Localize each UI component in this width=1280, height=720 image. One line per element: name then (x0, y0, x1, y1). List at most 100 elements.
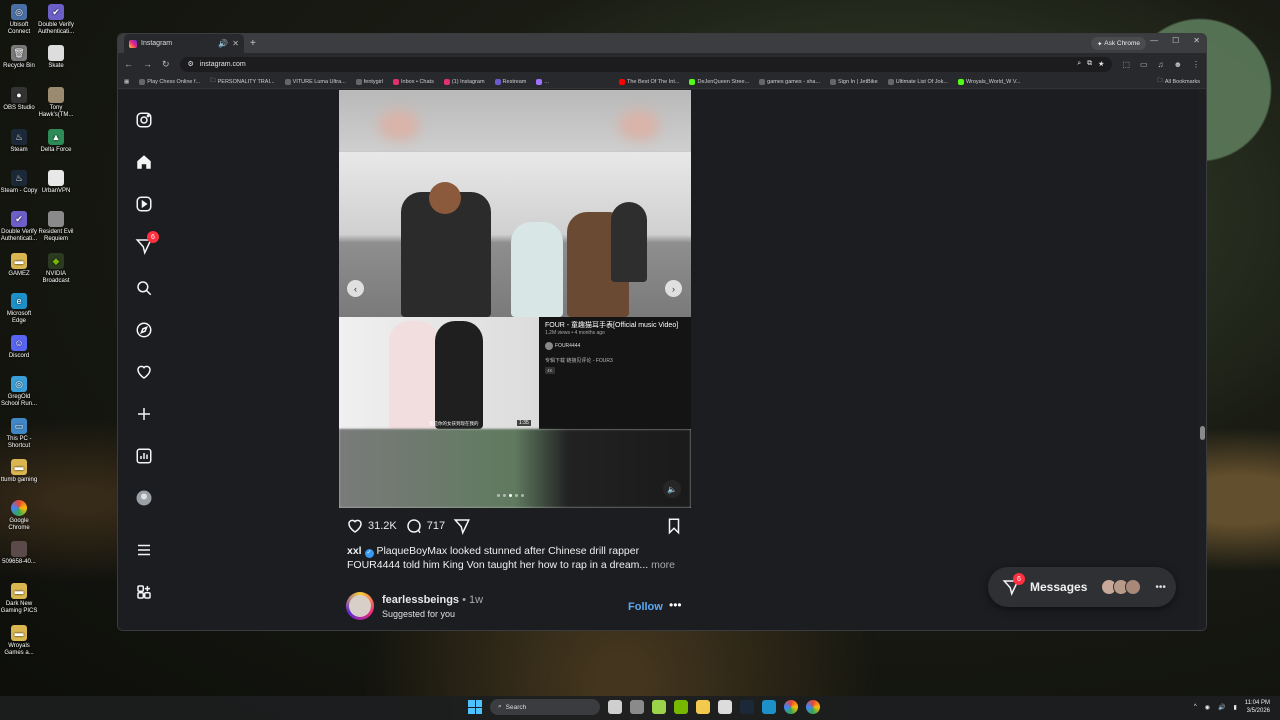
desktop-icon[interactable]: ✔ Double Verify Authenticati... (37, 4, 75, 36)
desktop-icon[interactable]: ◎ Ubisoft Connect (0, 4, 38, 36)
desktop-icon[interactable]: ▬ Dark New Gaming PICS (0, 583, 38, 615)
scrollbar-thumb[interactable] (1200, 426, 1205, 440)
close-window-button[interactable]: ✕ (1193, 36, 1200, 45)
taskbar-search[interactable]: ⌕ Search (490, 699, 600, 715)
reload-button[interactable]: ↻ (162, 59, 170, 70)
desktop-icon[interactable]: e Microsoft Edge (0, 293, 38, 325)
zoom-icon[interactable]: ⌕ (1077, 60, 1081, 68)
bookmark-item[interactable]: ... (536, 78, 549, 85)
desktop-icon[interactable]: Google Chrome (0, 500, 38, 532)
sidepanel-icon[interactable]: ▭ (1140, 60, 1148, 69)
new-tab-button[interactable]: + (250, 38, 256, 49)
edge-icon[interactable] (762, 700, 776, 714)
desktop-icon[interactable]: ▭ This PC - Shortcut (0, 418, 38, 450)
desktop-icon[interactable]: 509658-40... (0, 541, 38, 566)
carousel-prev-button[interactable]: ‹ (347, 280, 364, 297)
bookmark-item[interactable]: (1) Instagram (443, 78, 485, 85)
store-icon[interactable] (718, 700, 732, 714)
like-button[interactable]: 31.2K (346, 517, 397, 535)
post-options-icon[interactable]: ••• (669, 598, 682, 612)
desktop-icon[interactable]: ♨ Steam - Copy (0, 170, 38, 195)
reels-icon[interactable] (134, 194, 154, 214)
bookmark-item[interactable]: Inbox • Chats (393, 78, 434, 85)
address-bar[interactable]: ⚙ instagram.com ⌕ ⧉ ★ (179, 56, 1113, 72)
bookmark-item[interactable]: Sign In | JetBike (830, 78, 878, 85)
ask-chrome-button[interactable]: ✦ Ask Chrome (1090, 37, 1146, 50)
chrome-icon[interactable] (784, 700, 798, 714)
next-post-username[interactable]: fearlessbeings (382, 594, 459, 606)
forward-button[interactable]: → (143, 59, 152, 69)
install-icon[interactable]: ⧉ (1087, 60, 1092, 68)
bookmark-star-icon[interactable]: ★ (1098, 60, 1104, 68)
profile-avatar[interactable] (134, 488, 154, 508)
desktop-icon[interactable]: ▬ Wroyals Games a... (0, 625, 38, 657)
desktop-icon[interactable]: ♨ Steam (0, 129, 38, 154)
desktop-icon[interactable]: ● OBS Studio (0, 87, 38, 112)
desktop-icon[interactable]: ◆ NVIDIA Broadcast (37, 253, 75, 285)
more-menu-icon[interactable] (134, 540, 154, 560)
speaker-icon[interactable]: 🔊 (218, 39, 228, 48)
desktop-icon[interactable]: ▬ ttumb gaming (0, 459, 38, 484)
nvidia-icon[interactable] (674, 700, 688, 714)
file-explorer-icon[interactable] (696, 700, 710, 714)
also-from-meta-icon[interactable] (134, 582, 154, 602)
bookmark-item[interactable]: 🗀 PERSONALITY TRAI... (210, 77, 274, 86)
close-tab-icon[interactable]: ✕ (232, 39, 239, 48)
desktop-icon[interactable]: Tony Hawk's(TM... (37, 87, 75, 119)
save-button[interactable] (665, 517, 683, 538)
all-bookmarks[interactable]: 🗀 All Bookmarks (1157, 77, 1200, 86)
page-scrollbar[interactable] (1198, 90, 1206, 630)
bookmark-item[interactable]: fentygirl (355, 78, 383, 85)
volume-icon[interactable]: 🔊 (1218, 704, 1225, 711)
apps-icon[interactable]: ▦ (124, 79, 129, 85)
minimize-button[interactable]: — (1150, 36, 1158, 45)
desktop-icon[interactable]: 🗑 Recycle Bin (0, 45, 38, 70)
post-media[interactable]: 我是你的女孩到现在我的 1:35 FOUR - 童趣猫耳手表[Official … (339, 90, 691, 508)
heart-icon[interactable] (134, 362, 154, 382)
back-button[interactable]: ← (124, 59, 133, 69)
desktop-icon[interactable]: ✔ Double Verify Authenticati... (0, 211, 38, 243)
bookmark-item[interactable]: VITURE Luma Ultra... (284, 78, 346, 85)
settings-icon[interactable] (630, 700, 644, 714)
instagram-logo-icon[interactable] (134, 110, 154, 130)
carousel-next-button[interactable]: › (665, 280, 682, 297)
profile-icon[interactable]: ☻ (1174, 60, 1182, 69)
extensions-icon[interactable]: ⬚ (1122, 60, 1130, 69)
home-icon[interactable] (134, 152, 154, 172)
dashboard-icon[interactable] (134, 446, 154, 466)
desktop-icon[interactable]: ▬ GAMEZ (0, 253, 38, 278)
desktop-icon[interactable]: UrbanVPN (37, 170, 75, 195)
explore-icon[interactable] (134, 320, 154, 340)
bookmark-item[interactable]: DeJenQueen Stree... (689, 78, 749, 85)
battery-icon[interactable]: ▮ (1233, 704, 1236, 711)
task-view-icon[interactable] (608, 700, 622, 714)
clock[interactable]: 11:04 PM 3/5/2026 (1245, 699, 1270, 715)
chrome-icon[interactable] (806, 700, 820, 714)
audio-toggle-button[interactable]: 🔈 (663, 480, 681, 498)
bookmark-item[interactable]: Restream (494, 78, 526, 85)
follow-button[interactable]: Follow (628, 601, 663, 613)
caption-more-link[interactable]: more (651, 559, 675, 571)
site-info-icon[interactable]: ⚙ (188, 60, 194, 68)
desktop-icon[interactable]: ▲ Delta Force (37, 129, 75, 154)
avatar[interactable] (346, 592, 374, 620)
maximize-button[interactable]: ☐ (1172, 36, 1179, 45)
bookmark-item[interactable]: Wroyals_World_W V... (957, 78, 1021, 85)
messages-button[interactable]: 6 Messages ••• (988, 567, 1176, 607)
media-icon[interactable]: ♫ (1158, 60, 1164, 69)
create-icon[interactable] (134, 404, 154, 424)
desktop-icon[interactable]: Skate (37, 45, 75, 70)
desktop-icon[interactable]: ◎ GregOld School Run... (0, 376, 38, 408)
direct-messages-icon[interactable]: 6 (134, 231, 159, 256)
share-button[interactable] (453, 517, 471, 535)
bookmark-item[interactable]: The Best Of The Int... (618, 78, 679, 85)
tray-overflow-icon[interactable]: ^ (1194, 704, 1197, 710)
network-icon[interactable]: ◉ (1205, 704, 1210, 711)
search-icon[interactable] (134, 278, 154, 298)
desktop-icon[interactable]: Resident Evil Requiem (37, 211, 75, 243)
bookmark-item[interactable]: Play Chess Online f... (139, 78, 200, 85)
caption-username[interactable]: xxl (347, 545, 362, 557)
desktop-icon[interactable]: ☺ Discord (0, 335, 38, 360)
bookmark-item[interactable]: Ultimate List Of Jok... (887, 78, 948, 85)
windows-start-icon[interactable] (468, 700, 482, 714)
